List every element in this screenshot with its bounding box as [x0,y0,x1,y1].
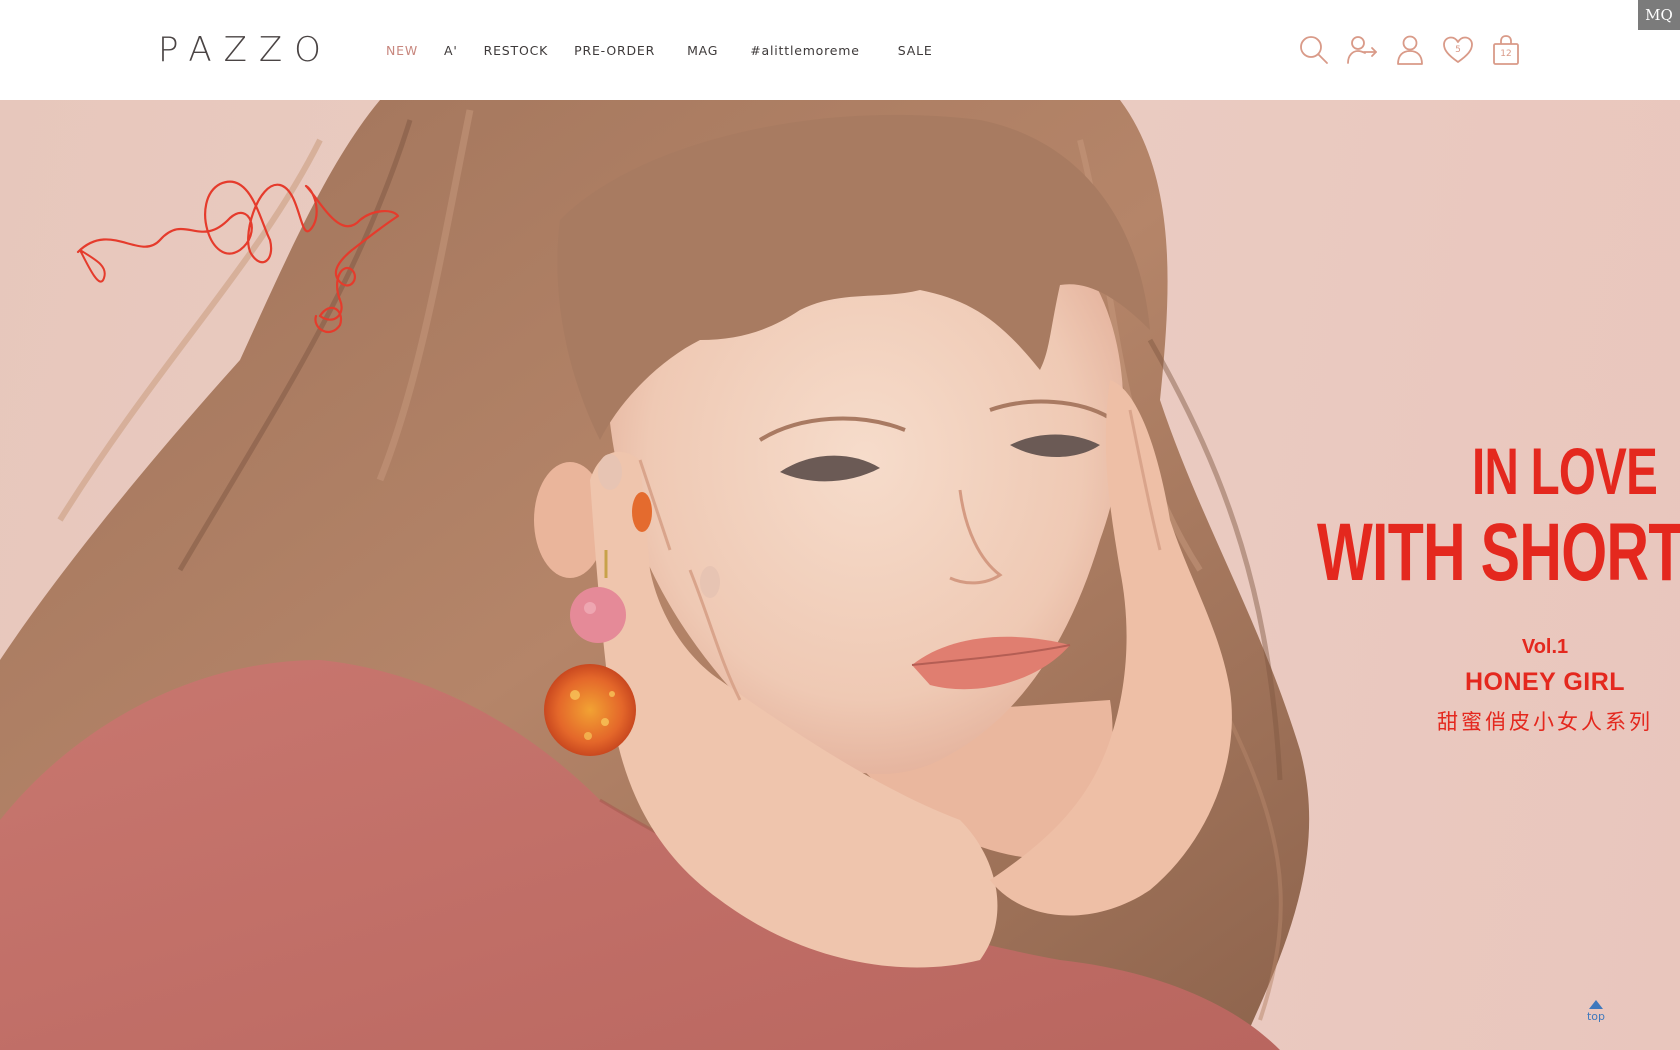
nav-item-pre-order[interactable]: PRE-ORDER [574,43,655,58]
hero-headline-line2: WITH SHORTCA [1317,507,1680,598]
login-button[interactable] [1344,32,1380,68]
bag-count: 12 [1500,49,1512,59]
bag-button[interactable]: 12 [1488,32,1524,68]
search-icon [1300,36,1328,64]
account-button[interactable] [1392,32,1428,68]
nav-item-restock[interactable]: RESTOCK [484,43,549,58]
wishlist-count: 5 [1455,45,1461,55]
hero-collection-subtitle: 甜蜜俏皮小女人系列 [1437,710,1653,734]
wishlist-button[interactable]: 5 [1440,32,1476,68]
hero-volume: Vol.1 [1521,636,1569,658]
hero-collection-name: HONEY GIRL [1464,668,1626,696]
nav-item-a[interactable]: A' [444,43,458,58]
nav-item-alittlemoreme[interactable]: #alittlemoreme [750,43,860,58]
login-icon [1347,36,1377,64]
user-icon [1397,35,1423,65]
nav-item-mag[interactable]: MAG [687,43,718,58]
site-logo[interactable]: PAZZO [158,28,333,72]
arrow-up-icon [1589,1000,1603,1009]
back-to-top-button[interactable]: top [1582,1000,1610,1034]
back-to-top-label: top [1586,1010,1606,1023]
mq-badge[interactable]: MQ [1638,0,1680,30]
main-nav: NEW A' RESTOCK PRE-ORDER MAG #alittlemor… [386,41,959,59]
header-icons: 5 12 [1296,32,1536,68]
site-header: PAZZO NEW A' RESTOCK PRE-ORDER MAG #alit… [0,0,1680,100]
search-button[interactable] [1296,32,1332,68]
nav-item-new[interactable]: NEW [386,43,418,58]
nav-item-sale[interactable]: SALE [898,43,933,58]
hero-headline-line1: IN LOVE [1472,434,1658,508]
hero-banner[interactable]: IN LOVE WITH SHORTCA Vol.1 HONEY GIRL 甜蜜… [0,100,1680,1050]
